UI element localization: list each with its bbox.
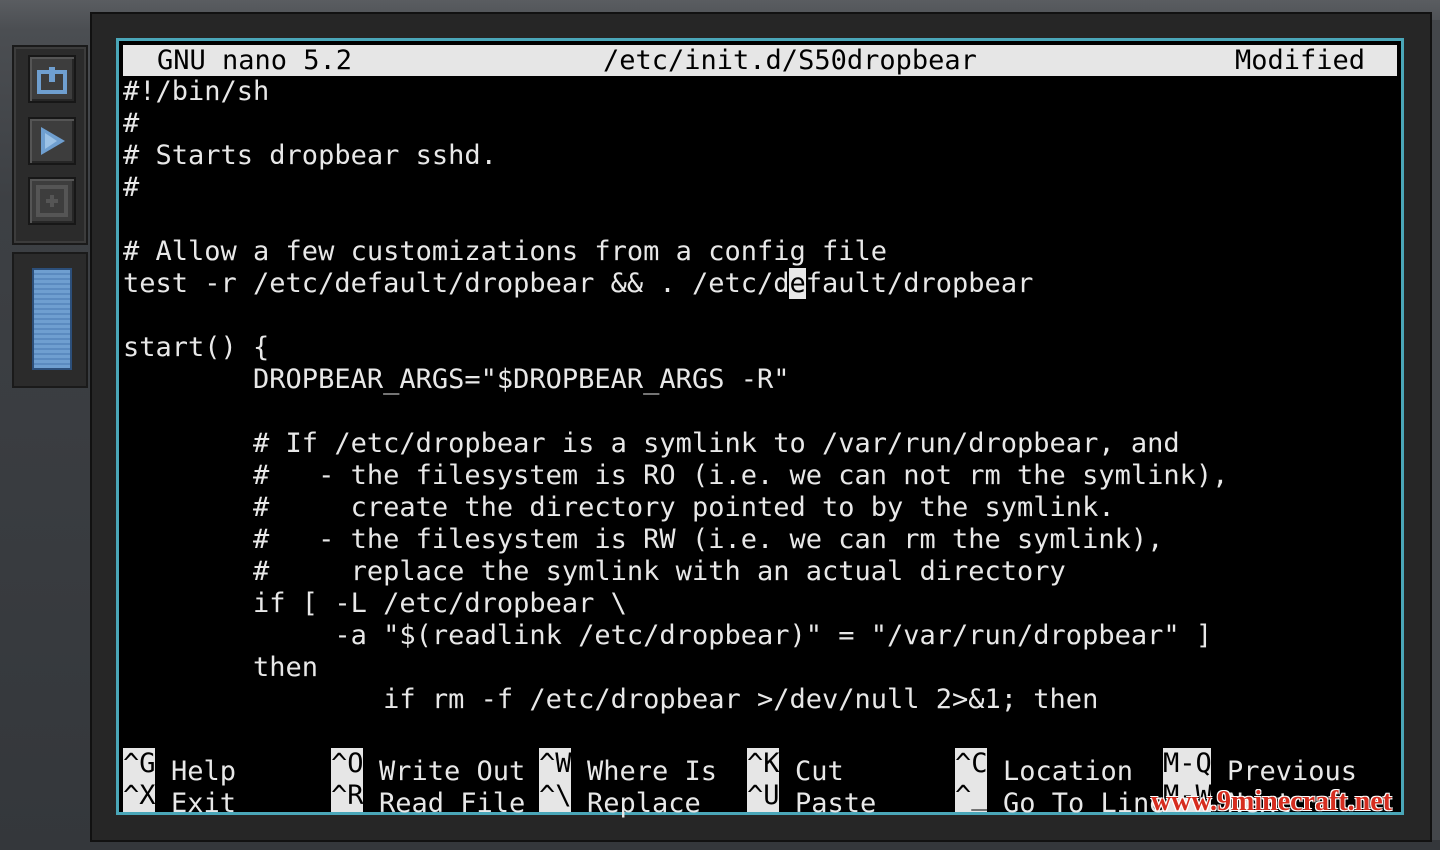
stop-button[interactable]: [28, 177, 76, 225]
shortcut-cut[interactable]: ^K Cut: [747, 748, 844, 787]
cursor-line-before: test -r /etc/default/dropbear && . /etc/…: [123, 268, 790, 299]
code-line: #!/bin/sh: [123, 76, 270, 107]
cursor-line-after: fault/dropbear: [805, 268, 1034, 299]
shortcut-key: ^_: [955, 780, 987, 812]
power-icon: [37, 63, 67, 94]
editor-area[interactable]: #!/bin/sh # # Starts dropbear sshd. # # …: [123, 76, 1397, 748]
shortcut-key: ^X: [123, 780, 155, 812]
power-button[interactable]: [28, 55, 76, 103]
shortcut-label: Exit: [171, 788, 237, 819]
shortcut-key: ^\: [539, 780, 571, 812]
code-line: #: [123, 172, 140, 203]
file-path: /etc/init.d/S50dropbear: [603, 45, 977, 76]
code-line: # replace the symlink with an actual dir…: [123, 556, 1066, 587]
shortcut-key: M-Q: [1163, 748, 1211, 780]
shortcut-paste[interactable]: ^U Paste: [747, 780, 876, 819]
nano-title-bar: GNU nano 5.2 /etc/init.d/S50dropbear Mod…: [123, 45, 1397, 76]
shortcut-help[interactable]: ^G Help: [123, 748, 236, 787]
scrollbar-thumb[interactable]: [32, 268, 72, 370]
code-line: -a "$(readlink /etc/dropbear)" = "/var/r…: [123, 620, 1213, 651]
shortcut-key: ^U: [747, 780, 779, 812]
code-line: # If /etc/dropbear is a symlink to /var/…: [123, 428, 1180, 459]
code-line: # - the filesystem is RO (i.e. we can no…: [123, 460, 1229, 491]
text-cursor: e: [789, 268, 806, 299]
modified-status: Modified: [1234, 45, 1365, 76]
app-version: GNU nano 5.2: [157, 45, 353, 76]
stop-icon: [36, 185, 68, 217]
code-line: if rm -f /etc/dropbear >/dev/null 2>&1; …: [123, 684, 1099, 715]
control-panel: [12, 45, 88, 245]
code-line: DROPBEAR_ARGS="$DROPBEAR_ARGS -R": [123, 364, 790, 395]
code-line: # - the filesystem is RW (i.e. we can rm…: [123, 524, 1164, 555]
scrollbar-track: [12, 252, 88, 388]
shortcut-key: ^R: [331, 780, 363, 812]
shortcut-go-to-line[interactable]: ^_ Go To Line: [955, 780, 1166, 819]
code-line: if [ -L /etc/dropbear \: [123, 588, 627, 619]
shortcut-write-out[interactable]: ^O Write Out: [331, 748, 525, 787]
shortcut-key: ^G: [123, 748, 155, 780]
code-line: # Allow a few customizations from a conf…: [123, 236, 888, 267]
shortcut-key: ^C: [955, 748, 987, 780]
shortcut-previous[interactable]: M-Q Previous: [1163, 748, 1357, 787]
shortcut-key: ^O: [331, 748, 363, 780]
shortcut-key: ^K: [747, 748, 779, 780]
shortcut-label: Read File: [379, 788, 526, 819]
code-line-with-cursor: test -r /etc/default/dropbear && . /etc/…: [123, 268, 1033, 300]
shortcut-where-is[interactable]: ^W Where Is: [539, 748, 717, 787]
play-icon: [41, 127, 65, 155]
code-line: start() {: [123, 332, 270, 363]
run-button[interactable]: [28, 117, 76, 165]
shortcut-label: Go To Line: [1003, 788, 1166, 819]
shortcut-exit[interactable]: ^X Exit: [123, 780, 236, 819]
code-line: #: [123, 108, 140, 139]
code-line: then: [123, 652, 319, 683]
shortcut-read-file[interactable]: ^R Read File: [331, 780, 525, 819]
shortcut-location[interactable]: ^C Location: [955, 748, 1133, 787]
code-line: # Starts dropbear sshd.: [123, 140, 497, 171]
shortcut-label: Paste: [795, 788, 877, 819]
watermark: www.9minecraft.net: [1150, 786, 1392, 817]
code-line: # create the directory pointed to by the…: [123, 492, 1115, 523]
terminal-screen[interactable]: GNU nano 5.2 /etc/init.d/S50dropbear Mod…: [116, 38, 1404, 819]
shortcut-key: ^W: [539, 748, 571, 780]
shortcut-label: Replace: [587, 788, 701, 819]
shortcut-replace[interactable]: ^\ Replace: [539, 780, 701, 819]
